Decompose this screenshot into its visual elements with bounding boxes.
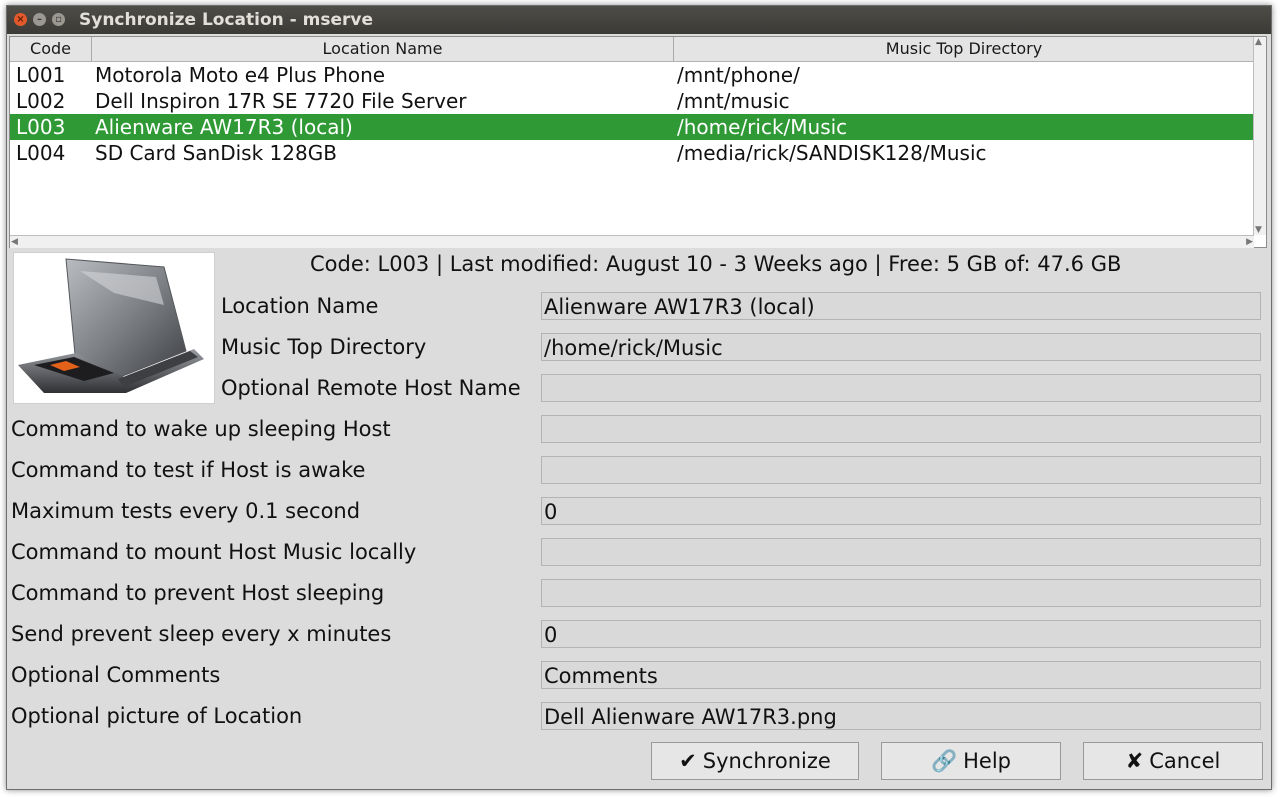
maximum-tests-field[interactable]: 0 bbox=[541, 497, 1261, 525]
label-maximum-tests: Maximum tests every 0.1 second bbox=[11, 499, 361, 523]
label-test-awake-command: Command to test if Host is awake bbox=[11, 458, 366, 482]
column-header-music-top-directory[interactable]: Music Top Directory bbox=[674, 37, 1254, 61]
window-title: Synchronize Location - mserve bbox=[79, 10, 373, 30]
table-header: Code Location Name Music Top Directory bbox=[10, 37, 1254, 62]
label-location-name: Location Name bbox=[221, 294, 379, 318]
location-name-field[interactable]: Alienware AW17R3 (local) bbox=[541, 292, 1261, 320]
row-music-directory: /mnt/phone/ bbox=[677, 63, 800, 87]
help-button[interactable]: 🔗 Help bbox=[881, 742, 1061, 780]
row-location-name: Alienware AW17R3 (local) bbox=[95, 115, 353, 139]
label-prevent-sleep-minutes: Send prevent sleep every x minutes bbox=[11, 622, 392, 646]
label-optional-picture: Optional picture of Location bbox=[11, 704, 303, 728]
remote-host-name-field[interactable] bbox=[541, 374, 1261, 402]
checkmark-icon: ✔ bbox=[679, 749, 697, 773]
maximize-window-icon[interactable]: ▫ bbox=[52, 13, 65, 26]
optional-comments-field[interactable]: Comments bbox=[541, 661, 1261, 689]
table-row[interactable]: L004 SD Card SanDisk 128GB /media/rick/S… bbox=[10, 140, 1254, 166]
row-code: L002 bbox=[16, 89, 66, 113]
table-row[interactable]: L001 Motorola Moto e4 Plus Phone /mnt/ph… bbox=[10, 62, 1254, 88]
synchronize-button-label: Synchronize bbox=[702, 749, 831, 773]
column-header-location-name[interactable]: Location Name bbox=[92, 37, 674, 61]
scroll-up-icon[interactable]: ▲ bbox=[1255, 37, 1262, 47]
scroll-left-icon[interactable]: ◀ bbox=[11, 236, 18, 248]
location-summary: Code: L003 | Last modified: August 10 - … bbox=[310, 252, 1122, 276]
wake-command-field[interactable] bbox=[541, 415, 1261, 443]
music-top-directory-field[interactable]: /home/rick/Music bbox=[541, 333, 1261, 361]
row-code: L003 bbox=[16, 115, 66, 139]
label-wake-command: Command to wake up sleeping Host bbox=[11, 417, 391, 441]
scroll-down-icon[interactable]: ▼ bbox=[1255, 225, 1262, 235]
row-location-name: SD Card SanDisk 128GB bbox=[95, 141, 337, 165]
label-mount-command: Command to mount Host Music locally bbox=[11, 540, 417, 564]
row-music-directory: /mnt/music bbox=[677, 89, 790, 113]
label-remote-host-name: Optional Remote Host Name bbox=[221, 376, 521, 400]
title-bar[interactable]: × – ▫ Synchronize Location - mserve bbox=[7, 6, 1271, 34]
horizontal-scrollbar[interactable]: ◀ ▶ bbox=[10, 235, 1254, 248]
label-music-top-directory: Music Top Directory bbox=[221, 335, 427, 359]
row-location-name: Motorola Moto e4 Plus Phone bbox=[95, 63, 386, 87]
mount-command-field[interactable] bbox=[541, 538, 1261, 566]
vertical-scrollbar[interactable]: ▲ ▼ bbox=[1253, 37, 1266, 235]
location-picture bbox=[13, 252, 215, 404]
scroll-right-icon[interactable]: ▶ bbox=[1246, 236, 1253, 248]
optional-picture-field[interactable]: Dell Alienware AW17R3.png bbox=[541, 702, 1261, 730]
close-window-icon[interactable]: × bbox=[14, 13, 27, 26]
test-awake-command-field[interactable] bbox=[541, 456, 1261, 484]
column-header-code[interactable]: Code bbox=[10, 37, 92, 61]
help-button-label: Help bbox=[963, 749, 1012, 773]
table-row[interactable]: L002 Dell Inspiron 17R SE 7720 File Serv… bbox=[10, 88, 1254, 114]
prevent-sleep-command-field[interactable] bbox=[541, 579, 1261, 607]
cancel-button[interactable]: ✘ Cancel bbox=[1083, 742, 1263, 780]
synchronize-location-window: × – ▫ Synchronize Location - mserve Code… bbox=[6, 5, 1272, 790]
prevent-sleep-minutes-field[interactable]: 0 bbox=[541, 620, 1261, 648]
synchronize-button[interactable]: ✔ Synchronize bbox=[651, 742, 859, 780]
label-prevent-sleep-command: Command to prevent Host sleeping bbox=[11, 581, 385, 605]
row-code: L004 bbox=[16, 141, 66, 165]
row-music-directory: /media/rick/SANDISK128/Music bbox=[677, 141, 987, 165]
row-music-directory: /home/rick/Music bbox=[677, 115, 848, 139]
cross-icon: ✘ bbox=[1125, 749, 1144, 773]
row-location-name: Dell Inspiron 17R SE 7720 File Server bbox=[95, 89, 467, 113]
table-row-selected[interactable]: L003 Alienware AW17R3 (local) /home/rick… bbox=[10, 114, 1254, 140]
link-icon: 🔗 bbox=[930, 749, 958, 773]
laptop-image bbox=[18, 258, 204, 393]
locations-table[interactable]: Code Location Name Music Top Directory L… bbox=[9, 36, 1267, 248]
cancel-button-label: Cancel bbox=[1149, 749, 1221, 773]
row-code: L001 bbox=[16, 63, 66, 87]
label-optional-comments: Optional Comments bbox=[11, 663, 221, 687]
minimize-window-icon[interactable]: – bbox=[33, 13, 46, 26]
